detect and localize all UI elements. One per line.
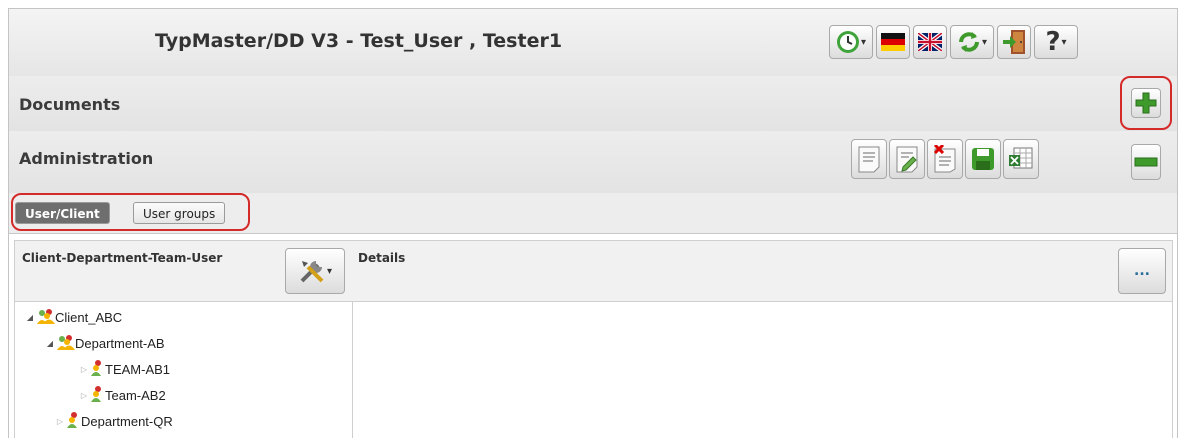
org-tree: ◢ Client_ABC ◢ Department-AB ▷ TEAM-AB1 …	[15, 302, 352, 438]
tree-node-department-ab[interactable]: ◢ Department-AB	[45, 332, 165, 354]
documents-section-header[interactable]: Documents	[9, 76, 1177, 132]
collapsed-arrow-icon[interactable]: ▷	[55, 417, 65, 426]
collapsed-arrow-icon[interactable]: ▷	[79, 391, 89, 400]
document-icon	[857, 145, 881, 173]
new-document-button[interactable]	[851, 139, 887, 179]
edit-document-icon	[895, 145, 919, 173]
edit-document-button[interactable]	[889, 139, 925, 179]
tree-node-label: Client_ABC	[55, 309, 123, 325]
tree-node-team-ab2[interactable]: ▷ Team-AB2	[79, 384, 166, 406]
administration-title: Administration	[19, 149, 154, 168]
more-options-button[interactable]: ...	[1118, 248, 1166, 294]
german-language-button[interactable]	[876, 25, 910, 59]
clock-button[interactable]: ▾	[829, 25, 873, 59]
details-panel-title: Details	[358, 251, 406, 265]
excel-export-button[interactable]	[1003, 139, 1039, 179]
team-group-icon	[91, 385, 105, 405]
tree-node-department-qr[interactable]: ▷ Department-QR	[55, 410, 173, 432]
save-icon	[971, 147, 995, 171]
tools-icon	[298, 257, 326, 285]
details-panel-header: Details ...	[351, 241, 1172, 302]
tree-panel-header: Client-Department-Team-User ▾	[15, 241, 352, 302]
expanded-arrow-icon[interactable]: ◢	[25, 313, 35, 322]
tree-panel-title: Client-Department-Team-User	[22, 251, 223, 265]
uk-flag-icon	[918, 33, 942, 51]
highlight-box	[11, 193, 250, 231]
refresh-icon	[957, 30, 981, 54]
documents-title: Documents	[19, 95, 121, 114]
help-button[interactable]: ? ▾	[1034, 25, 1078, 59]
tree-node-label: Department-QR	[81, 413, 173, 429]
delete-document-icon	[933, 145, 957, 173]
department-group-icon	[67, 411, 81, 431]
title-bar: TypMaster/DD V3 - Test_User , Tester1 ▾ …	[9, 9, 1177, 77]
clock-icon	[836, 30, 860, 54]
content-area: Client-Department-Team-User ▾ ◢ Client_A…	[9, 233, 1177, 438]
tree-node-label: Department-AB	[75, 335, 165, 351]
highlight-box	[1120, 76, 1172, 130]
chevron-down-icon: ▾	[1061, 36, 1067, 48]
english-language-button[interactable]	[913, 25, 947, 59]
exit-button[interactable]	[997, 25, 1031, 59]
delete-document-button[interactable]	[927, 139, 963, 179]
client-group-icon	[37, 308, 55, 327]
save-button[interactable]	[965, 139, 1001, 179]
chevron-down-icon: ▾	[326, 265, 333, 277]
refresh-button[interactable]: ▾	[950, 25, 994, 59]
german-flag-icon	[881, 33, 905, 51]
minus-icon	[1134, 157, 1158, 167]
details-panel: Details ...	[351, 240, 1173, 438]
excel-export-icon	[1008, 146, 1034, 172]
collapsed-arrow-icon[interactable]: ▷	[79, 365, 89, 374]
tab-bar: User/Client User groups	[9, 193, 1177, 234]
tree-node-team-ab1[interactable]: ▷ TEAM-AB1	[79, 358, 170, 380]
tree-node-label: TEAM-AB1	[105, 361, 171, 377]
team-group-icon	[91, 359, 105, 379]
administration-section-header[interactable]: Administration	[9, 131, 1177, 194]
help-icon: ?	[1045, 27, 1061, 57]
expanded-arrow-icon[interactable]: ◢	[45, 339, 55, 348]
app-window: TypMaster/DD V3 - Test_User , Tester1 ▾ …	[8, 8, 1178, 438]
tools-button[interactable]: ▾	[285, 248, 345, 294]
chevron-down-icon: ▾	[860, 36, 867, 48]
chevron-down-icon: ▾	[981, 36, 988, 48]
collapse-button[interactable]	[1131, 144, 1161, 180]
exit-door-icon	[1002, 29, 1026, 55]
tree-node-client-abc[interactable]: ◢ Client_ABC	[25, 306, 122, 328]
tree-node-label: Team-AB2	[105, 387, 166, 403]
tree-panel: Client-Department-Team-User ▾ ◢ Client_A…	[14, 240, 353, 438]
department-group-icon	[57, 334, 75, 353]
app-title: TypMaster/DD V3 - Test_User , Tester1	[155, 30, 563, 52]
